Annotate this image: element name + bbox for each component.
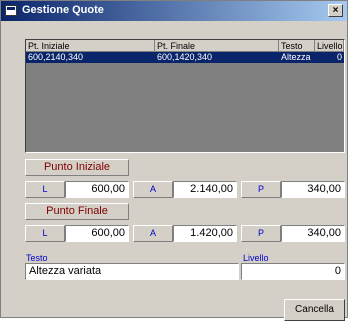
app-icon bbox=[5, 5, 17, 16]
pi-a-label: A bbox=[133, 181, 173, 198]
punto-iniziale-header: Punto Iniziale bbox=[25, 159, 129, 176]
pf-p-field[interactable]: 340,00 bbox=[281, 225, 345, 242]
punto-finale-header: Punto Finale bbox=[25, 203, 129, 220]
cell-pt-iniziale: 600,2140,340 bbox=[28, 52, 84, 62]
pi-l-field[interactable]: 600,00 bbox=[65, 181, 129, 198]
close-button[interactable]: × bbox=[328, 4, 343, 17]
testo-input[interactable]: Altezza variata bbox=[25, 263, 239, 280]
livello-input[interactable]: 0 bbox=[241, 263, 345, 280]
list-header: Pt. Iniziale Pt. Finale Testo Livello bbox=[26, 40, 344, 52]
pf-l-label: L bbox=[25, 225, 65, 242]
pf-l-field[interactable]: 600,00 bbox=[65, 225, 129, 242]
column-header-livello[interactable]: Livello bbox=[315, 40, 344, 52]
cell-livello: 0 bbox=[336, 52, 342, 62]
pi-a-field[interactable]: 2.140,00 bbox=[173, 181, 237, 198]
pi-l-label: L bbox=[25, 181, 65, 198]
testo-label: Testo bbox=[26, 253, 48, 263]
livello-label: Livello bbox=[243, 253, 269, 263]
gestione-quote-window: Gestione Quote × Pt. Iniziale Pt. Finale… bbox=[0, 0, 348, 321]
list-row-selected[interactable]: 600,2140,340 600,1420,340 Altezza 0 bbox=[26, 52, 344, 63]
column-header-pt-finale[interactable]: Pt. Finale bbox=[155, 40, 279, 52]
cell-pt-finale: 600,1420,340 bbox=[157, 52, 213, 62]
pi-p-label: P bbox=[241, 181, 281, 198]
pf-a-field[interactable]: 1.420,00 bbox=[173, 225, 237, 242]
cell-testo: Altezza bbox=[281, 52, 311, 62]
pf-a-label: A bbox=[133, 225, 173, 242]
column-header-testo[interactable]: Testo bbox=[279, 40, 315, 52]
title-bar: Gestione Quote × bbox=[1, 1, 347, 21]
column-header-pt-iniziale[interactable]: Pt. Iniziale bbox=[26, 40, 155, 52]
window-title: Gestione Quote bbox=[22, 4, 104, 16]
quote-list[interactable]: Pt. Iniziale Pt. Finale Testo Livello 60… bbox=[25, 39, 345, 153]
pf-p-label: P bbox=[241, 225, 281, 242]
pi-p-field[interactable]: 340,00 bbox=[281, 181, 345, 198]
